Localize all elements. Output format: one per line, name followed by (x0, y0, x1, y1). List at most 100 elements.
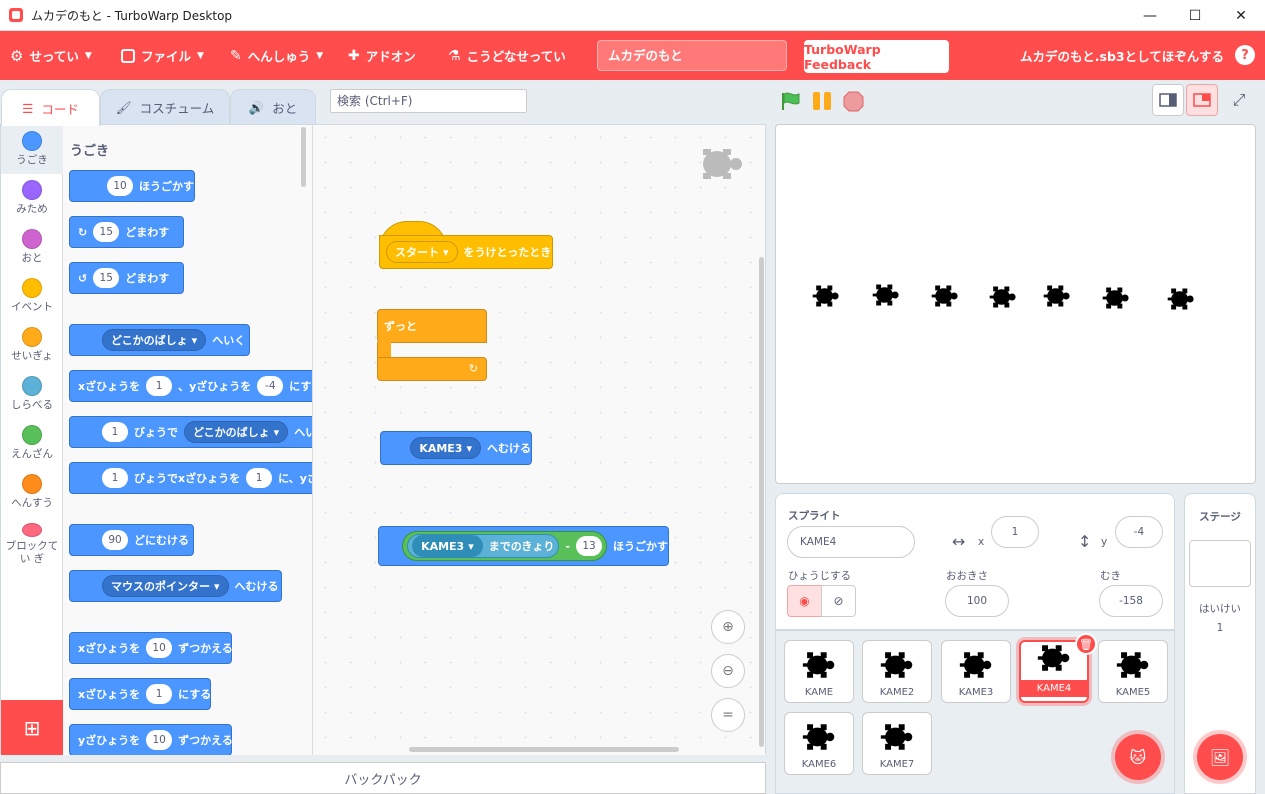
close-window-button[interactable]: ✕ (1218, 0, 1264, 31)
point-towards-dropdown[interactable]: マウスのポインター ▾ (102, 575, 229, 597)
project-title-input[interactable]: ムカデのもと (597, 40, 787, 71)
category-6[interactable]: えんざん (1, 419, 63, 468)
sprite-thumb-4[interactable]: KAME4 🗑 (1019, 633, 1097, 703)
menu-addons[interactable]: ✚ アドオン (348, 31, 416, 80)
block-turn-left[interactable]: ↺ 15 どまわす (69, 262, 184, 294)
zoom-in-button[interactable]: ⊕ (711, 610, 745, 644)
block-change-y[interactable]: yざひょうを 10 ずつかえる (69, 724, 233, 755)
tab-code[interactable]: ☰ コード (1, 89, 100, 126)
sprite-thumb-5[interactable]: KAME5 (1098, 640, 1168, 703)
block-point-direction[interactable]: 90 どにむける (69, 524, 194, 556)
block-palette[interactable]: うごき 10 ほうごかす ↻ 15 どまわす ↺ 15 どまわす どこかのばしょ ▾ へいく … (63, 125, 313, 755)
subtract-operator[interactable]: KAME3 ▾ までのきょり - 13 (402, 531, 607, 561)
workspace-vscrollbar[interactable] (759, 257, 764, 747)
backdrop-thumbnail[interactable] (1189, 540, 1251, 587)
stage-sprite-7[interactable] (1167, 285, 1195, 316)
message-dropdown[interactable]: スタート ▾ (386, 241, 458, 263)
palette-scrollbar[interactable] (301, 127, 306, 187)
fullscreen-button[interactable]: ⤢ (1223, 84, 1255, 116)
stage-sprite-2[interactable] (872, 281, 900, 312)
minimize-button[interactable]: — (1127, 0, 1173, 31)
block-change-x[interactable]: xざひょうを 10 ずつかえる (69, 632, 233, 664)
menu-settings[interactable]: ⚙ せってい ▼ (10, 31, 92, 80)
y-input[interactable]: -4 (1115, 516, 1163, 548)
block-forever[interactable]: ずっと ↻ (377, 309, 487, 381)
add-extension-button[interactable]: ⊞ (1, 700, 63, 755)
block-move-steps[interactable]: 10 ほうごかす (69, 170, 195, 202)
block-point-towards[interactable]: マウスのポインター ▾ へむける (69, 570, 282, 602)
block-goto-xy[interactable]: xざひょうを 1 、yざひょうを -4 にする (69, 370, 312, 402)
point-target-dropdown[interactable]: KAME3 ▾ (410, 437, 481, 459)
change-y-input[interactable]: 10 (146, 730, 173, 750)
category-3[interactable]: イベント (1, 272, 63, 321)
zoom-reset-button[interactable]: = (711, 698, 745, 732)
add-backdrop-button[interactable]: 🖼 (1197, 734, 1243, 780)
stop-icon[interactable] (843, 91, 864, 112)
feedback-button[interactable]: TurboWarp Feedback (804, 40, 949, 73)
category-5[interactable]: しらべる (1, 370, 63, 419)
block-when-receive[interactable]: スタート ▾ をうけとったとき (379, 221, 553, 271)
menu-advanced[interactable]: ⚗ こうどなせってい (448, 31, 566, 80)
menu-file[interactable]: ファイル ▼ (121, 31, 204, 80)
set-x-input[interactable]: 1 (146, 684, 173, 704)
goto-dropdown[interactable]: どこかのばしょ ▾ (102, 329, 207, 351)
block-search-input[interactable]: 検索 (Ctrl+F) (330, 89, 527, 113)
goto-y-input[interactable]: -4 (257, 376, 284, 396)
direction-input[interactable]: 90 (102, 530, 128, 550)
sprite-thumb-7[interactable]: KAME7 (862, 712, 932, 775)
small-stage-button[interactable] (1152, 84, 1184, 116)
block-glide-xy[interactable]: 1 びょうでxざひょうを 1 に、yざ (69, 462, 312, 494)
script-workspace[interactable]: スタート ▾ をうけとったとき ずっと ↻ KAME3 ▾ へむける KAME3 ▾ ま… (313, 125, 765, 755)
sprite-name-input[interactable]: KAME4 (787, 526, 915, 558)
tab-sound[interactable]: 🔊 おと (230, 89, 316, 125)
category-2[interactable]: おと (1, 223, 63, 272)
category-8[interactable]: ブロックてい ぎ (1, 517, 63, 566)
normal-stage-button[interactable] (1186, 84, 1218, 116)
stage-sprite-3[interactable] (931, 282, 959, 313)
show-visible-button[interactable]: ◉ (787, 585, 822, 617)
green-flag-icon[interactable] (780, 91, 802, 111)
backpack-bar[interactable]: バックパック (0, 762, 766, 794)
turn-right-input[interactable]: 15 (93, 222, 120, 242)
stage-sprite-5[interactable] (1043, 282, 1071, 313)
block-move-distance[interactable]: KAME3 ▾ までのきょり - 13 ほうごかす (378, 526, 669, 566)
category-7[interactable]: へんすう (1, 468, 63, 517)
save-status[interactable]: ムカデのもと.sb3としてほぞんする (1020, 31, 1224, 80)
glide-dropdown[interactable]: どこかのばしょ ▾ (184, 421, 289, 443)
sprite-thumb-6[interactable]: KAME6 (784, 712, 854, 775)
category-0[interactable]: うごき (1, 125, 63, 174)
block-glide[interactable]: 1 びょうでどこかのばしょ▾ へい (69, 416, 312, 448)
menu-edit[interactable]: ✎ へんしゅう ▼ (230, 31, 323, 80)
sprite-thumb-2[interactable]: KAME2 (862, 640, 932, 703)
glide-x-input[interactable]: 1 (246, 468, 273, 488)
sprite-thumb-3[interactable]: KAME3 (941, 640, 1011, 703)
distance-target-dropdown[interactable]: KAME3 ▾ (412, 535, 483, 557)
pause-icon[interactable] (812, 92, 832, 110)
block-turn-right[interactable]: ↻ 15 どまわす (69, 216, 184, 248)
turn-left-input[interactable]: 15 (93, 268, 120, 288)
tab-costume[interactable]: 🖌 コスチューム (100, 89, 230, 125)
zoom-out-button[interactable]: ⊖ (711, 654, 745, 688)
move-steps-input[interactable]: 10 (107, 176, 133, 196)
stage-sprite-1[interactable] (812, 282, 840, 313)
subtract-value-input[interactable]: 13 (576, 536, 602, 556)
help-button[interactable]: ? (1235, 45, 1255, 65)
workspace-hscrollbar[interactable] (409, 747, 679, 752)
change-x-input[interactable]: 10 (146, 638, 173, 658)
sprite-thumb-1[interactable]: KAME (784, 640, 854, 703)
block-point-towards-script[interactable]: KAME3 ▾ へむける (380, 431, 532, 465)
block-set-x[interactable]: xざひょうを 1 にする (69, 678, 211, 710)
add-sprite-button[interactable]: 🐱 (1115, 734, 1161, 780)
stage-sprite-4[interactable] (989, 283, 1017, 314)
direction-input[interactable]: -158 (1099, 585, 1163, 617)
delete-sprite-button[interactable]: 🗑 (1075, 633, 1097, 655)
block-goto[interactable]: どこかのばしょ ▾ へいく (69, 324, 250, 356)
stage-canvas[interactable] (775, 124, 1256, 484)
glide-xy-secs-input[interactable]: 1 (102, 468, 128, 488)
maximize-button[interactable]: ☐ (1172, 0, 1218, 31)
glide-secs-input[interactable]: 1 (102, 422, 128, 442)
x-input[interactable]: 1 (991, 516, 1039, 548)
size-input[interactable]: 100 (945, 585, 1009, 617)
category-1[interactable]: みため (1, 174, 63, 223)
category-4[interactable]: せいぎょ (1, 321, 63, 370)
